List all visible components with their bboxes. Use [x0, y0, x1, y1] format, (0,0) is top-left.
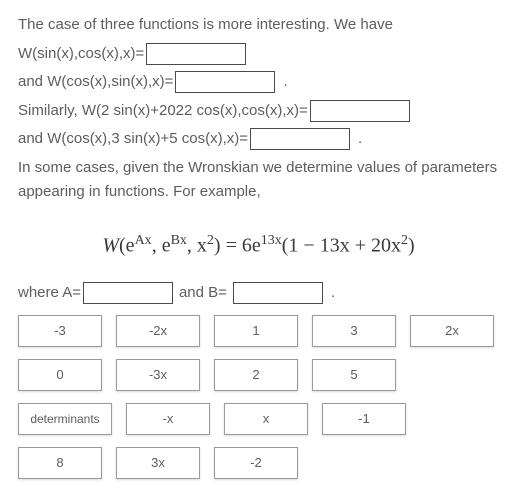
para2-line2: appearing in functions. For example, [18, 181, 499, 204]
eq-c1: , e [152, 234, 171, 256]
wronskian-line-4: and W(cos(x),3 sin(x)+5 cos(x),x)= . [18, 128, 499, 151]
tile-5[interactable]: 5 [312, 359, 396, 391]
eq-Ax: Ax [135, 233, 152, 248]
eq-mid: ) = 6e [214, 234, 261, 256]
tile-x[interactable]: x [224, 403, 308, 435]
tile-3x[interactable]: 3x [116, 447, 200, 479]
blank-w-cos-sin-x[interactable] [175, 71, 275, 93]
para2-line1: In some cases, given the Wronskian we de… [18, 157, 499, 180]
exercise-page: The case of three functions is more inte… [0, 0, 509, 489]
blank-w-combo1[interactable] [310, 100, 410, 122]
tile-2[interactable]: 2 [214, 359, 298, 391]
where-line: where A= and B= . [18, 282, 499, 305]
tile-neg2x[interactable]: -2x [116, 315, 200, 347]
line3-prefix: Similarly, W(2 sin(x)+2022 cos(x),cos(x)… [18, 100, 308, 123]
blank-w-sin-cos-x[interactable] [146, 43, 246, 65]
line1-prefix: W(sin(x),cos(x),x)= [18, 43, 144, 66]
wronskian-line-2: and W(cos(x),sin(x),x)= . [18, 71, 499, 94]
tile-8[interactable]: 8 [18, 447, 102, 479]
eq-open: (e [119, 234, 135, 256]
tile-neg2[interactable]: -2 [214, 447, 298, 479]
answer-tiles: -3 -2x 1 3 2x 0 -3x 2 5 determinants -x … [18, 315, 499, 479]
blank-w-combo2[interactable] [250, 128, 350, 150]
eq-Bx: Bx [171, 233, 187, 248]
where-mid: and B= [179, 282, 227, 305]
where-period: . [331, 282, 335, 305]
wronskian-equation: W(eAx, eBx, x2) = 6e13x(1 − 13x + 20x2) [18, 230, 499, 261]
eq-rhs-sq: 2 [401, 233, 408, 248]
blank-B[interactable] [233, 282, 323, 304]
line2-period: . [283, 71, 287, 94]
tile-determinants[interactable]: determinants [18, 403, 112, 435]
line4-prefix: and W(cos(x),3 sin(x)+5 cos(x),x)= [18, 128, 248, 151]
eq-13x: 13x [261, 233, 282, 248]
blank-A[interactable] [83, 282, 173, 304]
eq-rhs-open: (1 − 13x + 20x [282, 234, 401, 256]
tile-2x[interactable]: 2x [410, 315, 494, 347]
tile-neg1[interactable]: -1 [322, 403, 406, 435]
tile-negx[interactable]: -x [126, 403, 210, 435]
eq-rhs-close: ) [408, 234, 415, 256]
tile-1[interactable]: 1 [214, 315, 298, 347]
line4-period: . [358, 128, 362, 151]
tile-neg3x[interactable]: -3x [116, 359, 200, 391]
wronskian-line-3: Similarly, W(2 sin(x)+2022 cos(x),cos(x)… [18, 100, 499, 123]
where-pre: where A= [18, 282, 81, 305]
tile-neg3[interactable]: -3 [18, 315, 102, 347]
tile-0[interactable]: 0 [18, 359, 102, 391]
intro-text: The case of three functions is more inte… [18, 14, 499, 37]
wronskian-line-1: W(sin(x),cos(x),x)= [18, 43, 499, 66]
eq-W: W [102, 234, 119, 256]
eq-sq: 2 [207, 233, 214, 248]
line2-prefix: and W(cos(x),sin(x),x)= [18, 71, 173, 94]
tile-3[interactable]: 3 [312, 315, 396, 347]
eq-c2: , x [187, 234, 207, 256]
